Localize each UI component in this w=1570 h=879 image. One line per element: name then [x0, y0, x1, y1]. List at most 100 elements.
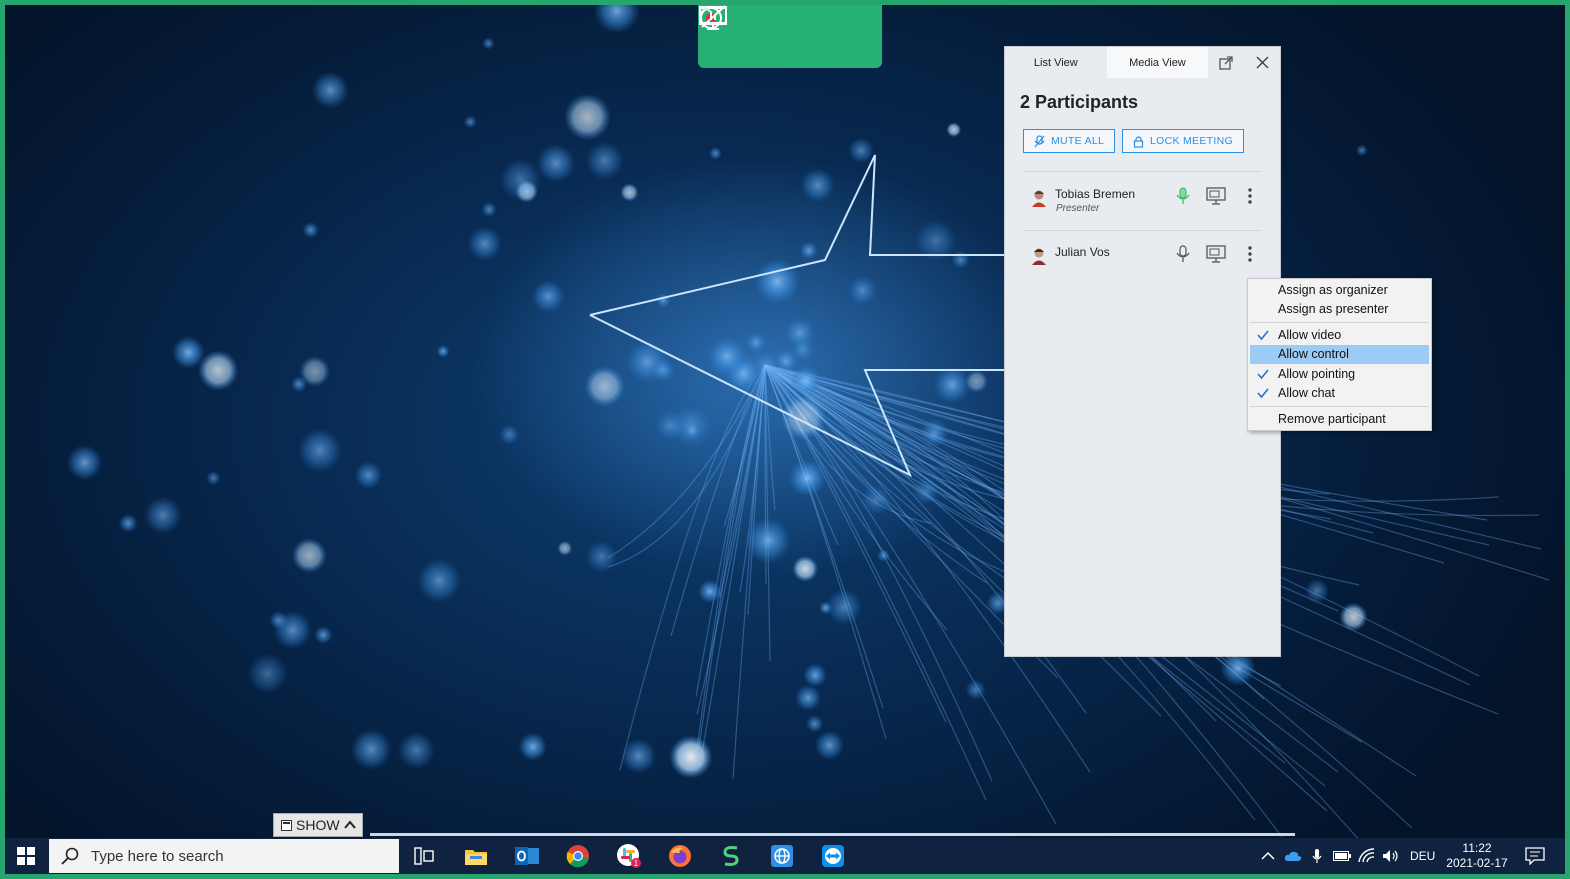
tab-list-view[interactable]: List View [1005, 47, 1107, 78]
slack-icon: 1 [617, 844, 641, 868]
progress-line [370, 833, 1295, 836]
network-app-icon [771, 845, 793, 867]
chevron-up-icon [343, 820, 356, 829]
battery-button[interactable] [1333, 848, 1351, 864]
volume-button[interactable] [1382, 848, 1400, 864]
menu-divider [1250, 322, 1429, 323]
participants-count-title: 2 Participants [1020, 92, 1139, 112]
participant-name: Julian Vos [1055, 245, 1110, 259]
notification-center-icon[interactable] [1525, 847, 1545, 865]
popout-button[interactable] [1208, 47, 1244, 78]
outlook-icon [515, 847, 539, 865]
microphone-active-icon[interactable] [1175, 186, 1191, 206]
present-screen-button[interactable] [699, 6, 810, 52]
chrome-button[interactable] [564, 842, 592, 870]
cloud-icon [1284, 851, 1302, 861]
divider [1023, 171, 1261, 172]
speaker-icon [1383, 850, 1398, 862]
input-language[interactable]: DEU [1410, 849, 1435, 863]
clock-date: 2021-02-17 [1446, 856, 1508, 870]
checkmark-icon [1257, 330, 1269, 341]
task-view-button[interactable] [410, 842, 438, 870]
menu-item-label: Remove participant [1278, 412, 1386, 426]
search-icon [61, 847, 79, 865]
start-button[interactable] [5, 838, 47, 874]
chevron-up-icon[interactable] [698, 5, 714, 15]
menu-item-allow-pointing[interactable]: Allow pointing [1250, 365, 1429, 384]
tab-media-view[interactable]: Media View [1106, 47, 1209, 78]
menu-item-assign-presenter[interactable]: Assign as presenter [1250, 300, 1429, 319]
menu-item-label: Allow control [1278, 347, 1349, 361]
wifi-button[interactable] [1358, 848, 1376, 864]
task-view-icon [414, 847, 434, 865]
lock-meeting-label: LOCK MEETING [1150, 135, 1233, 147]
close-panel-button[interactable] [1244, 47, 1280, 78]
outlook-button[interactable] [513, 842, 541, 870]
file-explorer-button[interactable] [462, 842, 490, 870]
menu-item-remove-participant[interactable]: Remove participant [1250, 410, 1429, 429]
battery-icon [1333, 851, 1351, 861]
screen-share-icon[interactable] [1206, 245, 1228, 263]
file-explorer-icon [465, 850, 487, 865]
menu-item-assign-organizer[interactable]: Assign as organizer [1250, 281, 1429, 300]
taskbar: Type here to search 1 DEU 11:22 2021-02-… [5, 838, 1565, 874]
mic-off-icon [1034, 134, 1045, 147]
avatar [1032, 248, 1046, 265]
lock-meeting-button[interactable]: LOCK MEETING [1122, 129, 1244, 153]
participant-context-menu: Assign as organizer Assign as presenter … [1247, 278, 1432, 431]
participant-row[interactable]: Tobias Bremen Presenter [1023, 179, 1261, 227]
s-app-button[interactable] [717, 842, 745, 870]
menu-item-label: Allow video [1278, 328, 1342, 342]
chrome-icon [566, 845, 589, 868]
close-icon [1256, 56, 1269, 69]
taskbar-search-input[interactable]: Type here to search [49, 839, 399, 873]
external-link-icon [1219, 55, 1233, 70]
lock-icon [1133, 135, 1144, 148]
menu-item-label: Assign as organizer [1278, 283, 1388, 297]
system-clock[interactable]: 11:22 2021-02-17 [1445, 841, 1509, 871]
firefox-button[interactable] [666, 842, 694, 870]
screen-share-icon[interactable] [1206, 187, 1228, 205]
avatar [1032, 190, 1046, 207]
slack-button[interactable]: 1 [615, 842, 643, 870]
menu-item-allow-chat[interactable]: Allow chat [1250, 384, 1429, 403]
wifi-icon [1358, 848, 1375, 863]
participant-name: Tobias Bremen [1055, 187, 1136, 201]
window-icon [281, 819, 292, 831]
stop-sharing-button[interactable] [699, 5, 863, 52]
panel-tabs: List View Media View [1005, 47, 1280, 78]
menu-item-label: Allow chat [1278, 386, 1335, 400]
clock-time: 11:22 [1462, 841, 1492, 855]
menu-item-label: Allow pointing [1278, 367, 1356, 381]
participant-row[interactable]: Julian Vos [1023, 237, 1261, 285]
menu-item-label: Assign as presenter [1278, 302, 1389, 316]
microphone-tray-button[interactable] [1308, 848, 1326, 864]
more-options-icon[interactable] [1243, 185, 1257, 207]
participant-role: Presenter [1056, 203, 1100, 214]
menu-divider [1250, 406, 1429, 407]
participants-panel: List View Media View 2 Participants MUTE… [1004, 46, 1281, 657]
meeting-toolbar [698, 5, 882, 68]
checkmark-icon [1257, 369, 1269, 380]
mute-all-label: MUTE ALL [1051, 135, 1105, 147]
onedrive-button[interactable] [1284, 848, 1302, 864]
s-app-icon [723, 846, 739, 866]
more-options-icon[interactable] [1243, 243, 1257, 265]
slack-badge: 1 [634, 859, 639, 868]
search-placeholder: Type here to search [91, 847, 224, 865]
menu-item-allow-control[interactable]: Allow control [1250, 345, 1429, 364]
microphone-icon[interactable] [1175, 244, 1191, 264]
tray-overflow-button[interactable] [1259, 848, 1277, 864]
teamviewer-button[interactable] [819, 842, 847, 870]
firefox-icon [669, 845, 691, 867]
menu-item-allow-video[interactable]: Allow video [1250, 326, 1429, 345]
show-label: SHOW [296, 817, 340, 833]
teamviewer-icon [822, 845, 844, 867]
show-button[interactable]: SHOW [273, 813, 363, 837]
mute-all-button[interactable]: MUTE ALL [1023, 129, 1116, 153]
windows-logo-icon [17, 847, 35, 865]
network-app-button[interactable] [768, 842, 796, 870]
divider [1023, 230, 1261, 231]
chevron-up-icon [1261, 851, 1275, 860]
microphone-icon [1312, 849, 1322, 863]
